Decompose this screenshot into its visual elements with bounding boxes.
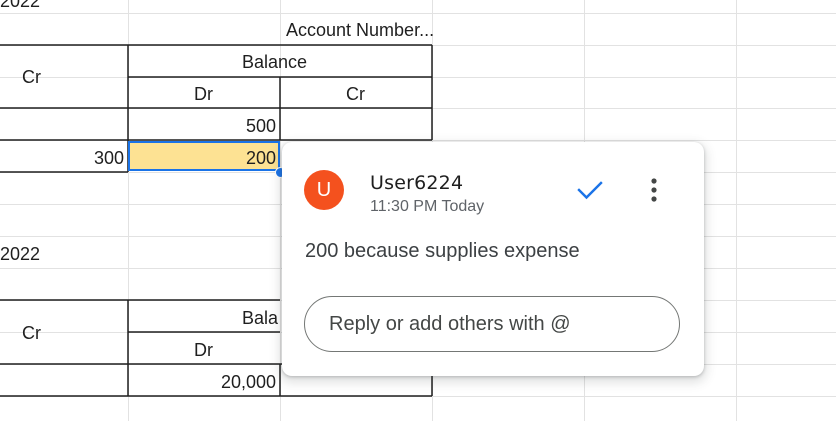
cell-header-cr-2: Cr — [22, 323, 41, 343]
cell-balance-dr-500: 500 — [245, 116, 276, 136]
reply-input[interactable] — [304, 296, 680, 352]
comment-author: User6224 — [370, 172, 464, 194]
comment-timestamp: 11:30 PM Today — [370, 198, 485, 215]
comment-text: 200 because supplies expense — [305, 240, 580, 262]
more-vert-icon — [651, 178, 657, 202]
cell-header-dr: Dr — [194, 84, 213, 104]
resolve-button[interactable] — [576, 176, 604, 204]
cell-balance-dr-20000: 20,000 — [220, 372, 276, 392]
cell-cr-300: 300 — [93, 148, 124, 168]
more-options-button[interactable] — [640, 176, 668, 204]
check-icon — [577, 181, 603, 200]
cell-header-balance: Balance — [242, 52, 308, 72]
cell-header-dr-2: Dr — [194, 340, 213, 360]
user-avatar: U — [304, 170, 344, 210]
cell-account-number-label: Account Number... — [286, 20, 435, 40]
cell-date-2022: 2022 — [0, 244, 41, 264]
cell-header-cr: Cr — [22, 67, 41, 87]
cell-balance-dr-200[interactable]: 200 — [128, 148, 276, 168]
comment-card[interactable]: U User6224 11:30 PM Today 200 because su… — [282, 142, 704, 376]
cell-date-partial-top: 2022 — [0, 0, 41, 11]
cell-header-balance-cr: Cr — [346, 84, 365, 104]
cell-header-balance-2: Bala — [242, 308, 279, 328]
